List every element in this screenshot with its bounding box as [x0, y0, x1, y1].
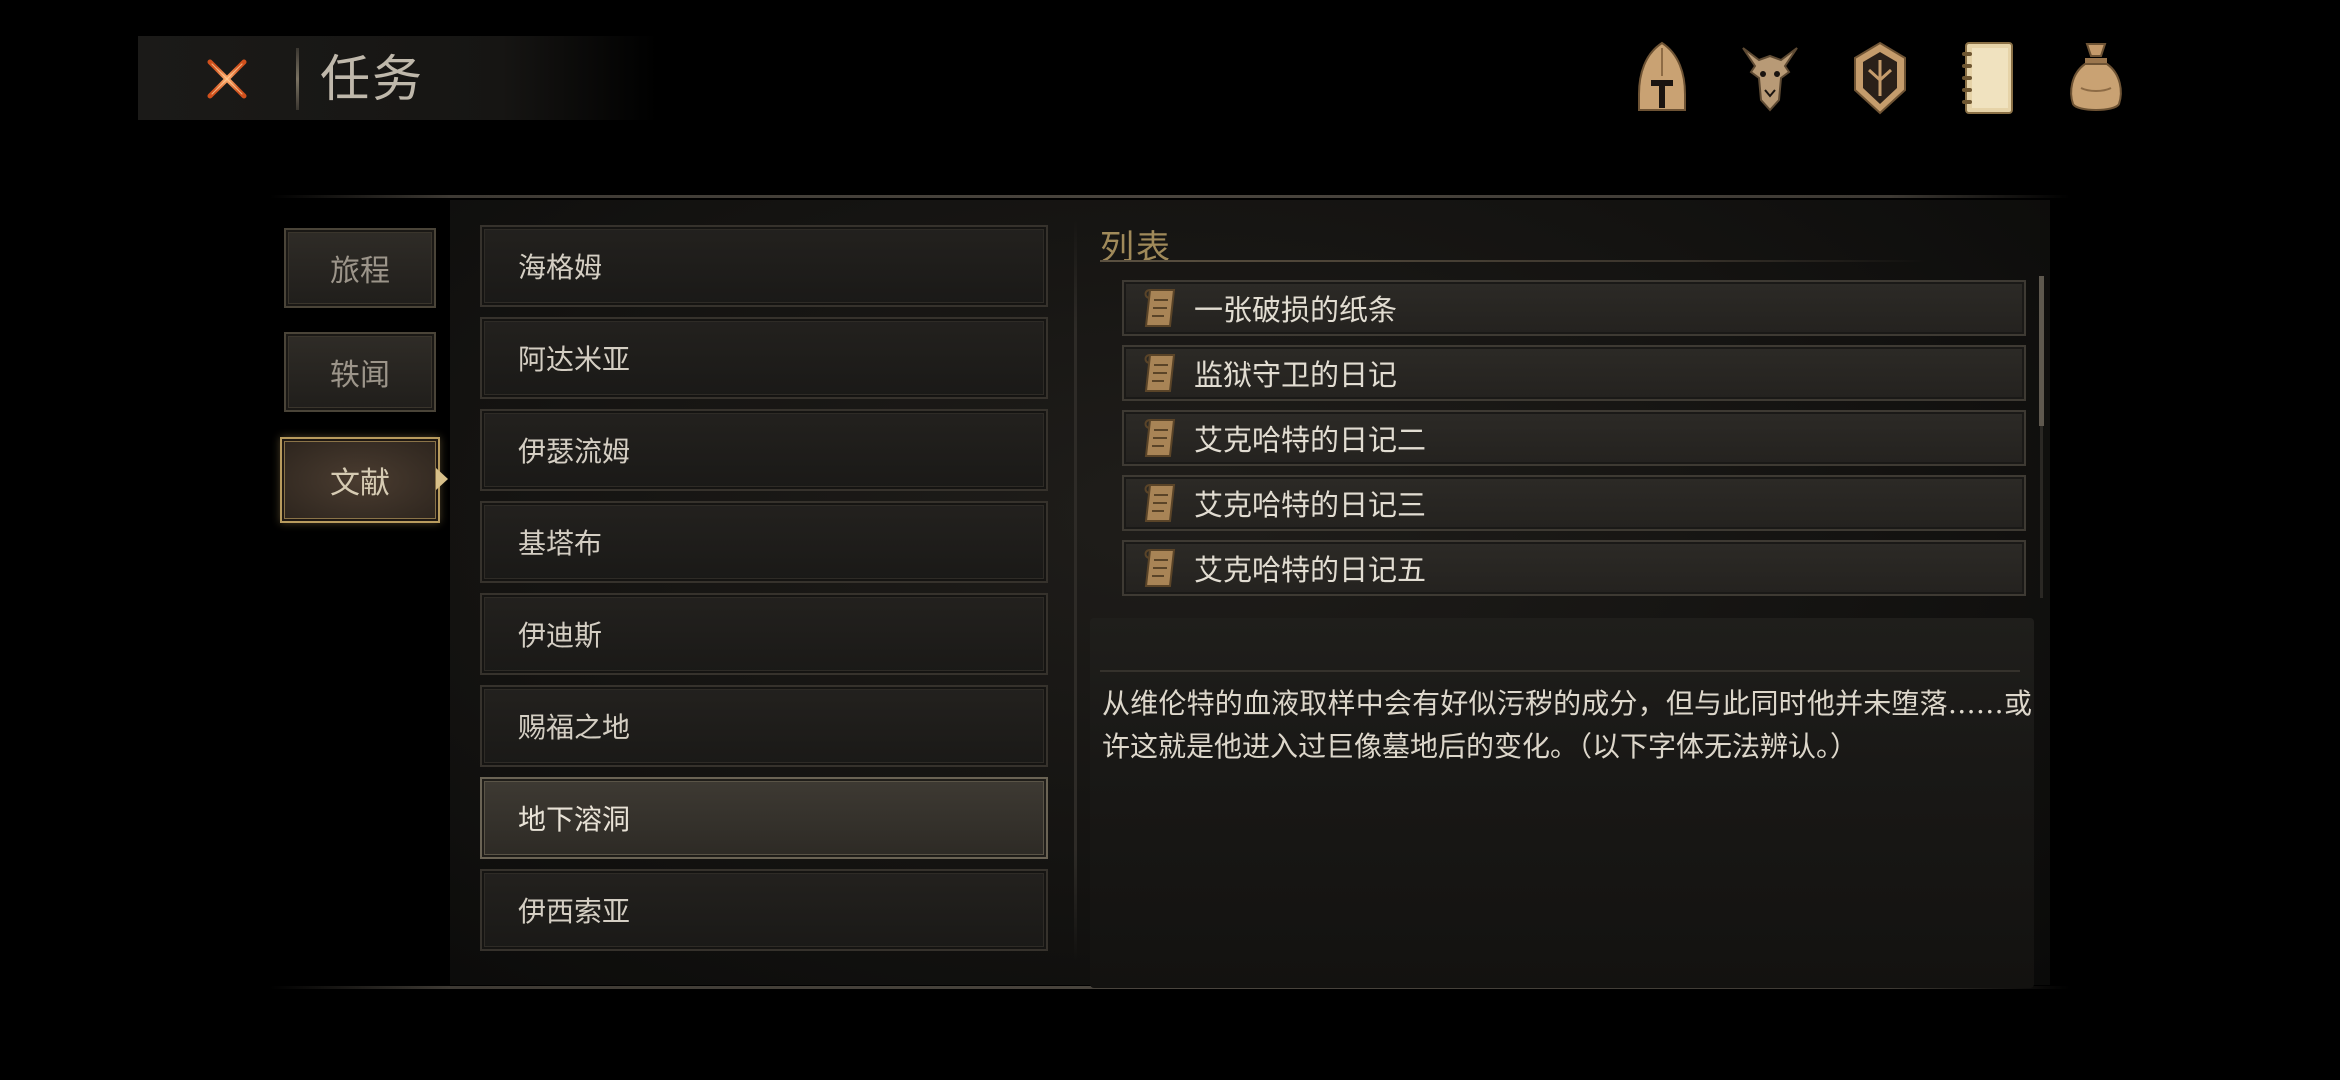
region-item[interactable]: 阿达米亚 [480, 317, 1048, 399]
document-item[interactable]: 艾克哈特的日记二 [1122, 410, 2026, 466]
journal-icon [1962, 42, 2013, 114]
region-item[interactable]: 伊西索亚 [480, 869, 1048, 951]
scroll-icon [1140, 481, 1180, 525]
close-button[interactable] [200, 52, 254, 106]
panel-top-border [270, 195, 2070, 198]
document-label: 艾克哈特的日记三 [1194, 488, 1427, 522]
top-icon-emblem[interactable] [1838, 36, 1922, 120]
top-icon-beast[interactable] [1728, 36, 1812, 120]
region-item[interactable]: 海格姆 [480, 225, 1048, 307]
region-item[interactable]: 伊迪斯 [480, 593, 1048, 675]
document-label: 艾克哈特的日记二 [1194, 423, 1427, 457]
top-menu [1620, 36, 2122, 120]
active-tab-pointer [436, 468, 448, 490]
bag-icon [2070, 43, 2122, 111]
tab-documents[interactable]: 文献 [280, 437, 440, 523]
tab-anecdotes[interactable]: 轶闻 [284, 332, 436, 412]
document-item[interactable]: 艾克哈特的日记三 [1122, 475, 2026, 531]
header-divider [296, 48, 299, 110]
scroll-icon [1140, 351, 1180, 395]
document-item[interactable]: 艾克哈特的日记五 [1122, 540, 2026, 596]
scroll-icon [1140, 286, 1180, 330]
region-item[interactable]: 伊瑟流姆 [480, 409, 1048, 491]
region-item[interactable]: 基塔布 [480, 501, 1048, 583]
description-divider [1100, 670, 2020, 672]
section-underline [1100, 260, 1926, 262]
tab-journey[interactable]: 旅程 [284, 228, 436, 308]
document-label: 监狱守卫的日记 [1194, 358, 1398, 392]
document-label: 一张破损的纸条 [1194, 293, 1398, 327]
quest-screen: 任务 旅程 轶闻 文献 海格姆 阿达米亚 伊瑟流姆 基塔布 伊迪斯 赐福之地 地… [0, 0, 2340, 1080]
top-icon-bag[interactable] [2054, 36, 2138, 120]
beast-icon [1742, 47, 1798, 112]
column-divider [1074, 220, 1077, 960]
description-text: 从维伦特的血液取样中会有好似污秽的成分，但与此同时他并未堕落……或许这就是他进入… [1102, 687, 2032, 763]
document-item[interactable]: 监狱守卫的日记 [1122, 345, 2026, 401]
emblem-icon [1854, 41, 1906, 115]
close-x-icon [207, 59, 247, 99]
document-label: 艾克哈特的日记五 [1194, 553, 1427, 587]
top-icon-helmet[interactable] [1620, 36, 1704, 120]
helmet-icon [1638, 41, 1686, 111]
top-icon-journal[interactable] [1946, 36, 2030, 120]
region-item-selected[interactable]: 地下溶洞 [480, 777, 1048, 859]
scroll-icon [1140, 546, 1180, 590]
document-list-scroll-thumb[interactable] [2039, 276, 2044, 426]
header-bar: 任务 [138, 36, 658, 120]
region-item[interactable]: 赐福之地 [480, 685, 1048, 767]
description-panel [1090, 618, 2034, 988]
document-item[interactable]: 一张破损的纸条 [1122, 280, 2026, 336]
page-title: 任务 [320, 50, 424, 108]
scroll-icon [1140, 416, 1180, 460]
